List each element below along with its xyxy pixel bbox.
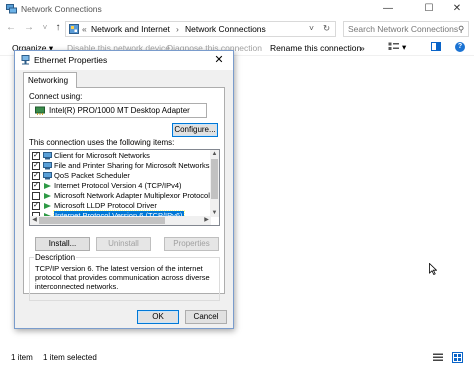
description-label: Description (34, 253, 77, 262)
scroll-up-arrow-icon[interactable]: ▲ (210, 150, 219, 158)
refresh-icon[interactable]: ↻ (323, 23, 330, 34)
search-icon: ⚲ (458, 24, 465, 34)
ethernet-properties-dialog: Ethernet Properties ✕ Networking Connect… (14, 50, 234, 329)
cancel-button[interactable]: Cancel (185, 310, 227, 324)
description-text: TCP/IP version 6. The latest version of … (35, 264, 210, 291)
tab-networking-label: Networking (28, 76, 69, 85)
dialog-titlebar[interactable]: Ethernet Properties ✕ (15, 51, 233, 70)
connect-using-label: Connect using: (29, 92, 83, 101)
view-options-icon[interactable] (388, 42, 400, 51)
breadcrumb-network-connections[interactable]: Network Connections (185, 24, 266, 34)
vertical-scroll-thumb[interactable] (211, 159, 218, 199)
install-button[interactable]: Install... (35, 237, 90, 251)
back-arrow-icon[interactable]: ← (4, 21, 18, 35)
search-input[interactable]: Search Network Connections ⚲ (343, 21, 469, 37)
tab-networking[interactable]: Networking (23, 72, 77, 88)
selected-count: 1 item selected (43, 353, 97, 362)
help-icon[interactable]: ? (455, 42, 465, 52)
item-label: Client for Microsoft Networks (54, 151, 150, 160)
ok-button[interactable]: OK (137, 310, 179, 324)
more-commands-icon[interactable]: » (360, 43, 365, 53)
item-label: Microsoft LLDP Protocol Driver (54, 201, 157, 210)
service-icon (43, 162, 52, 170)
scroll-left-arrow-icon[interactable]: ◀ (30, 216, 39, 225)
minimize-button[interactable]: — (371, 0, 405, 19)
item-label: QoS Packet Scheduler (54, 171, 130, 180)
large-icons-view-icon[interactable] (452, 352, 463, 363)
ethernet-adapter-icon (21, 55, 30, 65)
protocol-icon (44, 203, 51, 209)
details-view-icon[interactable] (433, 353, 443, 362)
network-adapter-icon (35, 106, 45, 115)
uninstall-button[interactable]: Uninstall (96, 237, 151, 251)
rename-connection-button[interactable]: Rename this connection (270, 43, 361, 53)
items-label: This connection uses the following items… (29, 138, 175, 147)
list-item[interactable]: ✓ Internet Protocol Version 4 (TCP/IPv4) (30, 181, 203, 191)
close-button[interactable]: ✕ (440, 0, 474, 19)
control-panel-icon (69, 24, 79, 34)
adapter-name: Intel(R) PRO/1000 MT Desktop Adapter (49, 106, 190, 115)
vertical-scrollbar[interactable]: ▲ ▼ (210, 150, 219, 217)
mouse-cursor-icon (429, 263, 437, 275)
protocol-icon (44, 183, 51, 189)
view-dropdown-icon[interactable]: ▾ (402, 42, 406, 53)
protocol-icon (44, 193, 51, 199)
list-item[interactable]: ✓ QoS Packet Scheduler (30, 171, 203, 181)
breadcrumb-overflow[interactable]: « (82, 24, 87, 34)
dialog-close-button[interactable]: ✕ (207, 52, 231, 69)
configure-button[interactable]: Configure... (172, 123, 218, 137)
components-list[interactable]: ✓ Client for Microsoft Networks ✓ File a… (29, 149, 220, 226)
up-arrow-icon[interactable]: ↑ (51, 21, 65, 35)
item-label: Microsoft Network Adapter Multiplexor Pr… (54, 191, 210, 200)
breadcrumb-separator: › (176, 24, 179, 34)
network-client-icon (43, 152, 52, 160)
preview-pane-icon[interactable] (431, 42, 441, 51)
list-item[interactable]: ✓ Microsoft LLDP Protocol Driver (30, 201, 203, 211)
forward-arrow-icon[interactable]: → (22, 21, 36, 35)
item-checkbox[interactable]: ✓ (32, 162, 40, 170)
network-connections-icon (6, 4, 17, 14)
list-item[interactable]: ✓ File and Printer Sharing for Microsoft… (30, 161, 209, 171)
horizontal-scroll-thumb[interactable] (39, 217, 165, 224)
adapter-field: Intel(R) PRO/1000 MT Desktop Adapter (29, 103, 207, 118)
breadcrumb-network-and-internet[interactable]: Network and Internet (91, 24, 170, 34)
item-checkbox[interactable]: ✓ (32, 202, 40, 210)
item-checkbox[interactable]: ✓ (32, 172, 40, 180)
list-item[interactable]: ✓ Client for Microsoft Networks (30, 151, 203, 161)
list-item[interactable]: Microsoft Network Adapter Multiplexor Pr… (30, 191, 210, 201)
address-dropdown-icon[interactable]: ˅ (309, 23, 314, 33)
recent-locations-icon[interactable]: ˅ (38, 21, 52, 35)
item-count: 1 item (11, 353, 33, 362)
scroll-right-arrow-icon[interactable]: ▶ (202, 216, 211, 225)
service-icon (43, 172, 52, 180)
item-checkbox[interactable] (32, 192, 40, 200)
item-label: Internet Protocol Version 4 (TCP/IPv4) (54, 181, 182, 190)
dialog-title: Ethernet Properties (34, 55, 108, 65)
scroll-down-arrow-icon[interactable]: ▼ (210, 209, 219, 217)
item-checkbox[interactable]: ✓ (32, 152, 40, 160)
item-label: File and Printer Sharing for Microsoft N… (54, 161, 210, 170)
address-row: ← → ˅ ↑ « Network and Internet › Network… (0, 19, 474, 38)
explorer-titlebar[interactable]: Network Connections — ☐ ✕ (0, 0, 474, 19)
address-bar[interactable]: « Network and Internet › Network Connect… (65, 21, 336, 37)
item-checkbox[interactable]: ✓ (32, 182, 40, 190)
search-placeholder: Search Network Connections (348, 24, 459, 34)
window-title: Network Connections (21, 4, 102, 14)
properties-button[interactable]: Properties (164, 237, 219, 251)
status-bar: 1 item 1 item selected (0, 349, 474, 366)
horizontal-scrollbar[interactable]: ◀ ▶ (30, 216, 211, 225)
